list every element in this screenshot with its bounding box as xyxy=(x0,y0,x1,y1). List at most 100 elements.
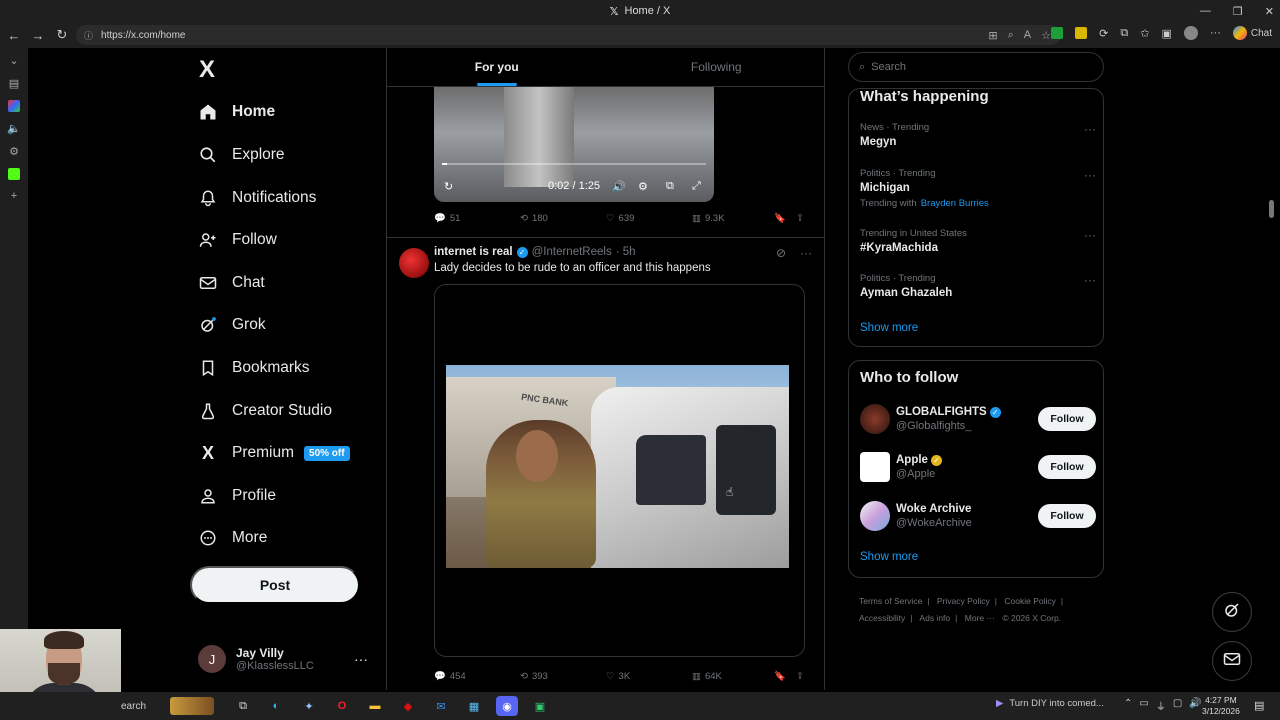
bookmark-icon[interactable]: 🔖 xyxy=(774,671,796,682)
mail-app-icon[interactable]: ✉ xyxy=(430,696,452,716)
taskbar-news[interactable]: ▶ Turn DIY into comed... xyxy=(996,698,1104,709)
footer-link[interactable]: Ads info xyxy=(919,613,950,623)
trend-item[interactable]: News · Trending Megyn ··· xyxy=(860,122,1096,148)
fullscreen-icon[interactable]: ⤢ xyxy=(692,180,701,193)
views-button[interactable]: ▥ 9.3K xyxy=(692,213,774,224)
repost-button[interactable]: ⟲ 393 xyxy=(520,671,606,682)
reply-button[interactable]: 💬 51 xyxy=(434,213,520,224)
green-extension-icon[interactable] xyxy=(1051,27,1064,39)
tab-for-you[interactable]: For you xyxy=(387,48,607,86)
taskbar-search[interactable]: earch xyxy=(121,696,221,716)
nav-notifications[interactable]: Notifications xyxy=(198,181,316,215)
taskbar-clock[interactable]: 4:27 PM 3/12/2026 xyxy=(1202,695,1240,717)
usb-icon[interactable]: ⏚ xyxy=(1156,698,1166,713)
follow-suggestion[interactable]: Apple ✓ @Apple Follow xyxy=(860,449,1096,485)
reply-button[interactable]: 💬 454 xyxy=(434,671,520,682)
like-button[interactable]: ♡ 639 xyxy=(606,213,692,224)
pip-icon[interactable]: ⧉ xyxy=(666,180,674,193)
volume-icon[interactable]: 🔊 xyxy=(612,180,626,193)
video-player[interactable]: ↻ 0:02 / 1:25 🔊 ⚙ ⧉ ⤢ xyxy=(434,87,714,202)
footer-link[interactable]: Cookie Policy xyxy=(1004,596,1056,606)
bookmark-icon[interactable]: 🔖 xyxy=(774,213,796,224)
video-player[interactable]: PNC BANK ☝ xyxy=(434,284,805,657)
copilot-icon[interactable] xyxy=(1232,26,1247,40)
trend-with-link[interactable]: Brayden Burries xyxy=(921,198,989,209)
follow-button[interactable]: Follow xyxy=(1038,504,1096,528)
footer-link[interactable]: More ··· xyxy=(965,613,995,623)
search-input[interactable] xyxy=(871,61,1072,73)
add-icon[interactable]: + xyxy=(11,190,17,202)
extensions-icon[interactable]: ⟳ xyxy=(1099,27,1108,40)
favorite-star-icon[interactable]: ☆ xyxy=(1041,29,1051,42)
close-icon[interactable]: ✕ xyxy=(1265,5,1274,18)
more-icon[interactable]: ··· xyxy=(1084,228,1096,242)
more-icon[interactable]: ··· xyxy=(800,246,812,260)
tweet-time[interactable]: · 5h xyxy=(616,246,636,258)
apps-icon[interactable]: ⊞ xyxy=(988,29,997,42)
opera-icon[interactable]: O xyxy=(331,696,353,716)
red-app-icon[interactable]: ◆ xyxy=(397,696,419,716)
nav-explore[interactable]: Explore xyxy=(198,138,285,172)
tab-icon[interactable]: ▤ xyxy=(9,77,19,90)
favorites-icon[interactable]: ✩ xyxy=(1140,27,1149,40)
nav-premium[interactable]: X Premium 50% off xyxy=(198,436,350,470)
tweet-author-name[interactable]: internet is real xyxy=(434,246,513,258)
gear-icon[interactable]: ⚙ xyxy=(638,180,648,193)
footer-link[interactable]: Accessibility xyxy=(859,613,905,623)
like-button[interactable]: ♡ 3K xyxy=(606,671,692,682)
discord-icon[interactable]: ◉ xyxy=(496,696,518,716)
account-switcher[interactable]: J Jay Villy @KlasslessLLC ··· xyxy=(198,642,374,676)
address-bar[interactable]: ⓘ https://x.com/home ⊞ ⌕ A ☆ xyxy=(76,25,1061,45)
nav-bookmarks[interactable]: Bookmarks xyxy=(198,351,310,385)
more-icon[interactable]: ··· xyxy=(1084,168,1096,182)
footer-link[interactable]: Privacy Policy xyxy=(937,596,990,606)
settings-more-icon[interactable]: ··· xyxy=(1210,27,1221,39)
x-logo-icon[interactable]: X xyxy=(199,56,215,84)
replay-icon[interactable]: ↻ xyxy=(444,180,453,193)
gear-icon[interactable]: ⚙ xyxy=(9,145,19,158)
more-icon[interactable]: ··· xyxy=(354,651,368,667)
trend-item[interactable]: Politics · Trending Michigan Trending wi… xyxy=(860,168,1096,209)
green-app-icon[interactable]: ▣ xyxy=(529,696,551,716)
edge-icon[interactable]: ◐ xyxy=(265,696,287,716)
footer-link[interactable]: Terms of Service xyxy=(859,596,922,606)
copilot-icon[interactable]: ✦ xyxy=(298,696,320,716)
avatar[interactable] xyxy=(860,501,890,531)
grok-icon[interactable]: ⊘ xyxy=(776,246,786,260)
follow-button[interactable]: Follow xyxy=(1038,455,1096,479)
page-scrollbar[interactable] xyxy=(1269,200,1274,218)
chat-label[interactable]: Chat xyxy=(1251,28,1272,39)
nav-follow[interactable]: Follow xyxy=(198,223,277,257)
speaker-tab-icon[interactable]: 🔈 xyxy=(7,122,21,135)
kick-app-icon[interactable] xyxy=(8,168,20,180)
post-button[interactable]: Post xyxy=(190,566,360,604)
more-icon[interactable]: ··· xyxy=(1084,273,1096,287)
nav-more[interactable]: More xyxy=(198,521,267,555)
more-icon[interactable]: ··· xyxy=(1084,122,1096,136)
chevron-up-icon[interactable]: ⌃ xyxy=(1124,698,1132,713)
chevron-down-icon[interactable]: ⌄ xyxy=(9,54,18,67)
nav-home[interactable]: Home xyxy=(198,95,275,129)
info-icon[interactable]: ⓘ xyxy=(84,29,93,42)
store-icon[interactable]: ▦ xyxy=(463,696,485,716)
zoom-icon[interactable]: ⌕ xyxy=(1008,29,1014,42)
nav-creator-studio[interactable]: Creator Studio xyxy=(198,394,332,428)
avatar[interactable] xyxy=(399,248,429,278)
avatar[interactable] xyxy=(860,404,890,434)
split-screen-icon[interactable]: ⧉ xyxy=(1120,27,1128,40)
follow-button[interactable]: Follow xyxy=(1038,407,1096,431)
trend-item[interactable]: Politics · Trending Ayman Ghazaleh ··· xyxy=(860,273,1096,299)
monitor-icon[interactable]: ▢ xyxy=(1173,698,1182,713)
show-more-link[interactable]: Show more xyxy=(860,551,918,563)
yellow-extension-icon[interactable] xyxy=(1075,27,1088,39)
tab-following[interactable]: Following xyxy=(607,48,825,86)
follow-suggestion[interactable]: Woke Archive @WokeArchive Follow xyxy=(860,498,1096,534)
video-progress-bar[interactable] xyxy=(442,163,706,165)
profile-avatar-icon[interactable] xyxy=(1183,26,1198,40)
back-icon[interactable]: ← xyxy=(2,28,26,43)
collections-icon[interactable]: ▣ xyxy=(1161,27,1171,40)
forward-icon[interactable]: → xyxy=(26,28,50,43)
share-icon[interactable]: ⇪ xyxy=(796,671,804,682)
search-box[interactable]: ⌕ xyxy=(848,52,1104,82)
nav-grok[interactable]: Grok xyxy=(198,308,266,342)
